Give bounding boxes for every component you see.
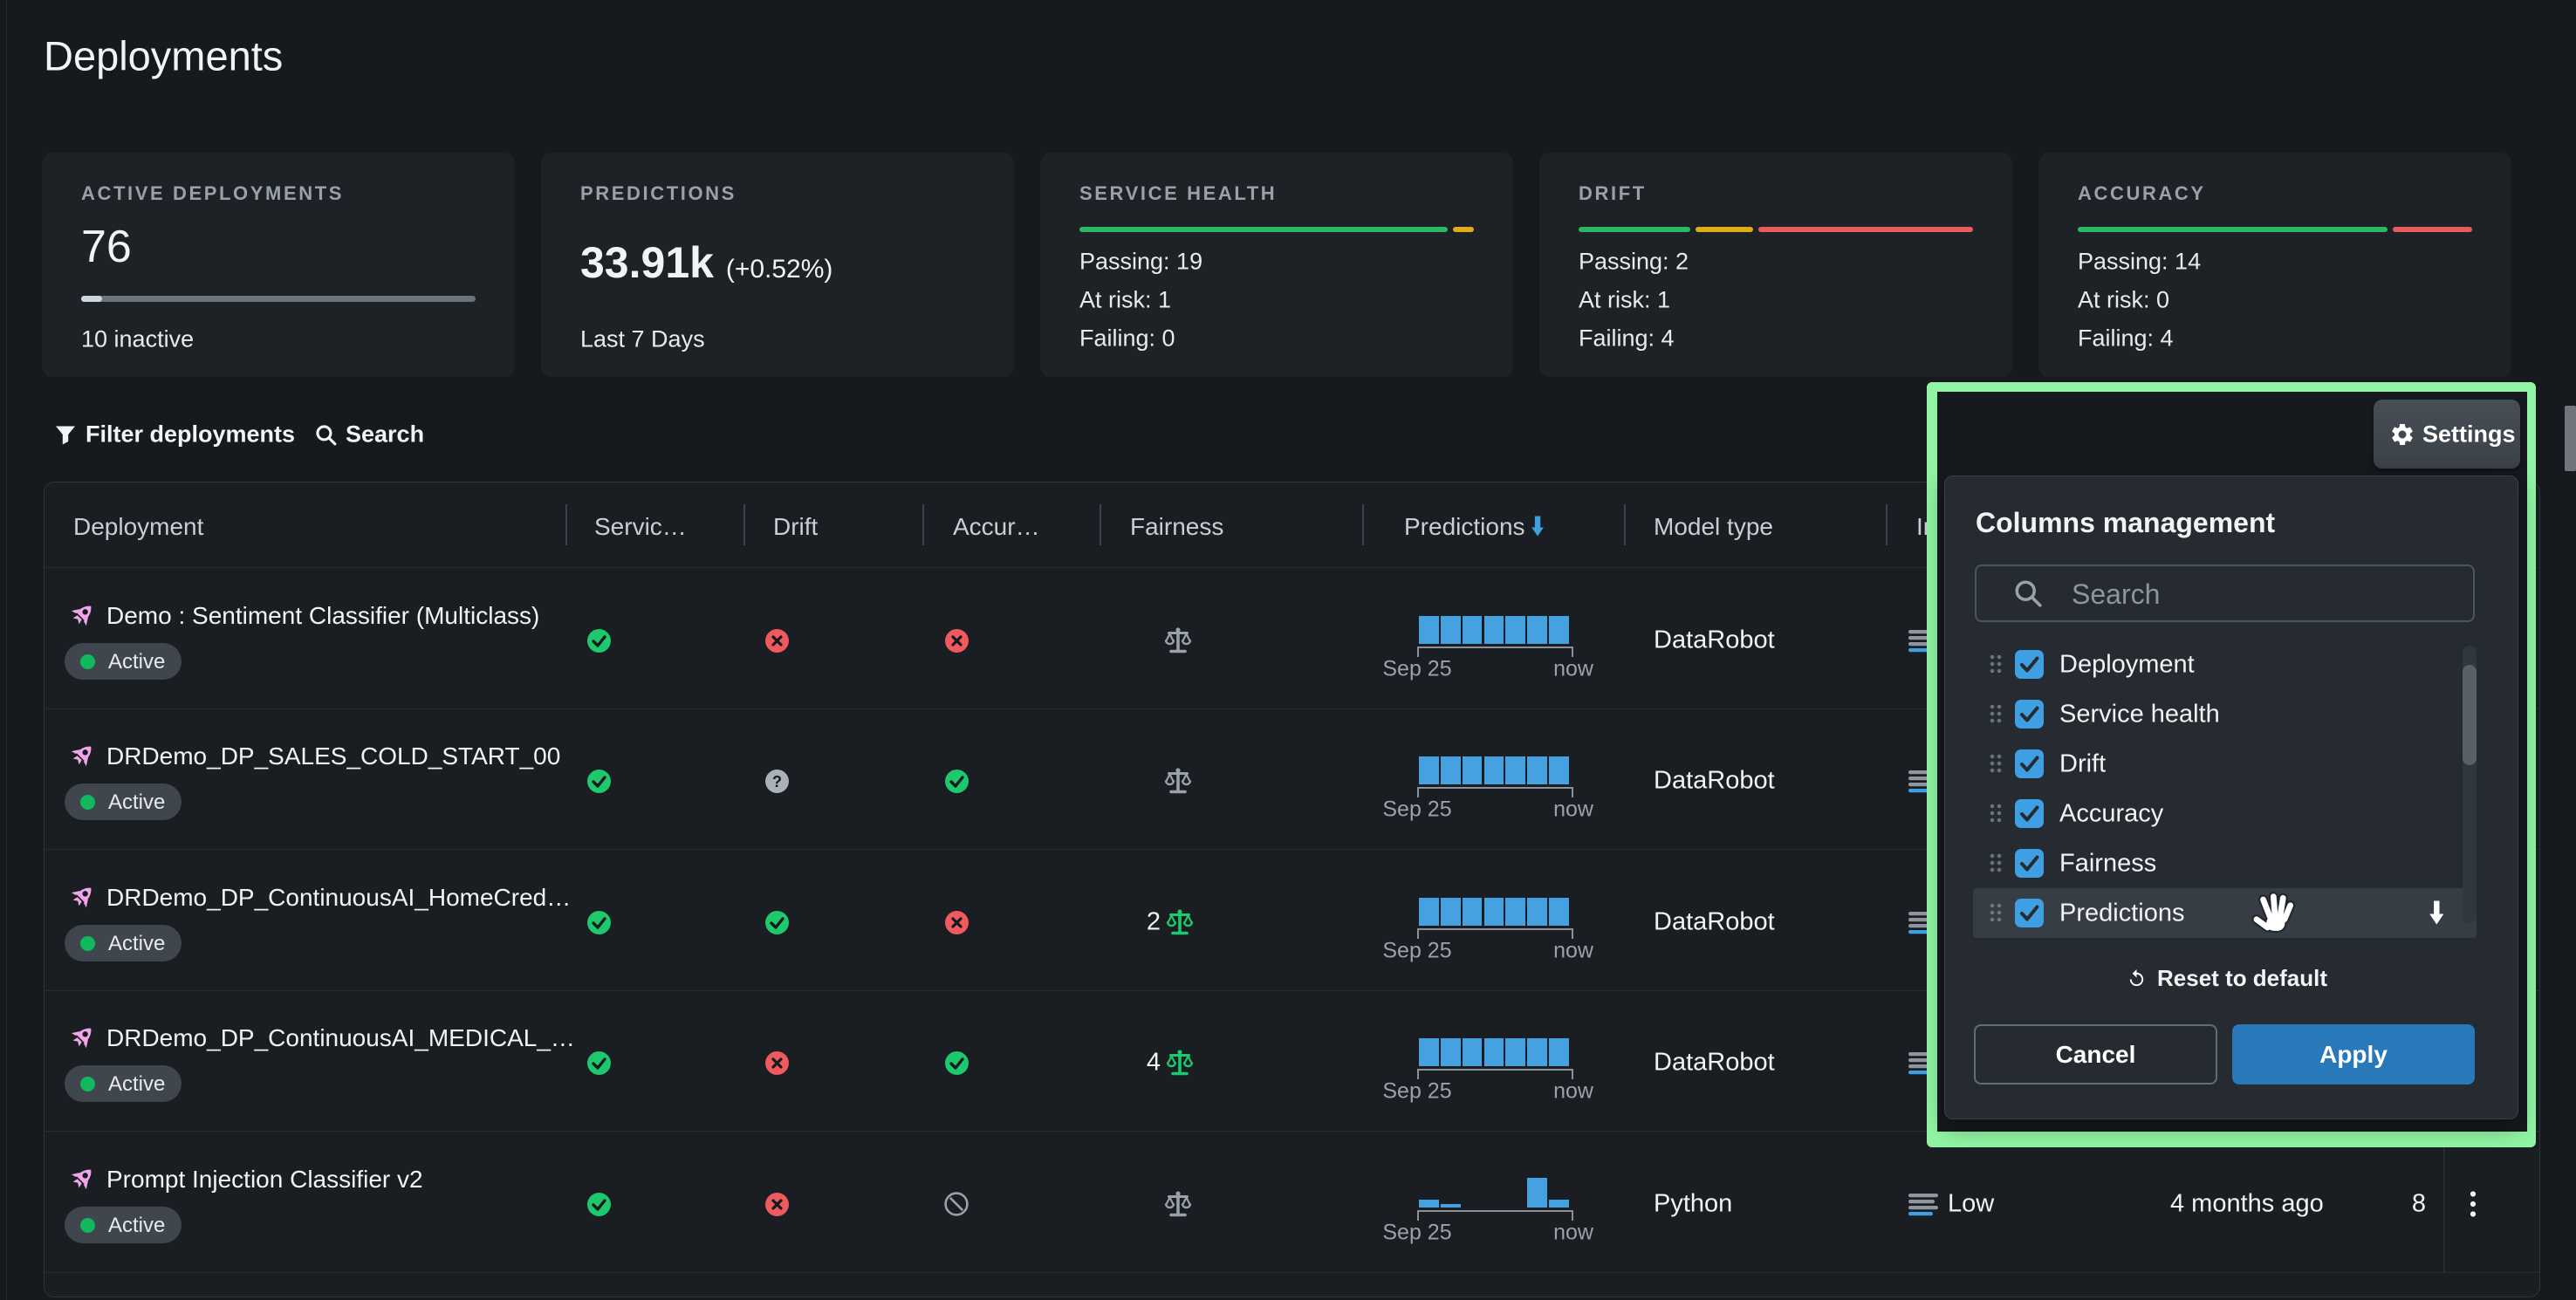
svg-text:?: ? <box>772 773 782 790</box>
